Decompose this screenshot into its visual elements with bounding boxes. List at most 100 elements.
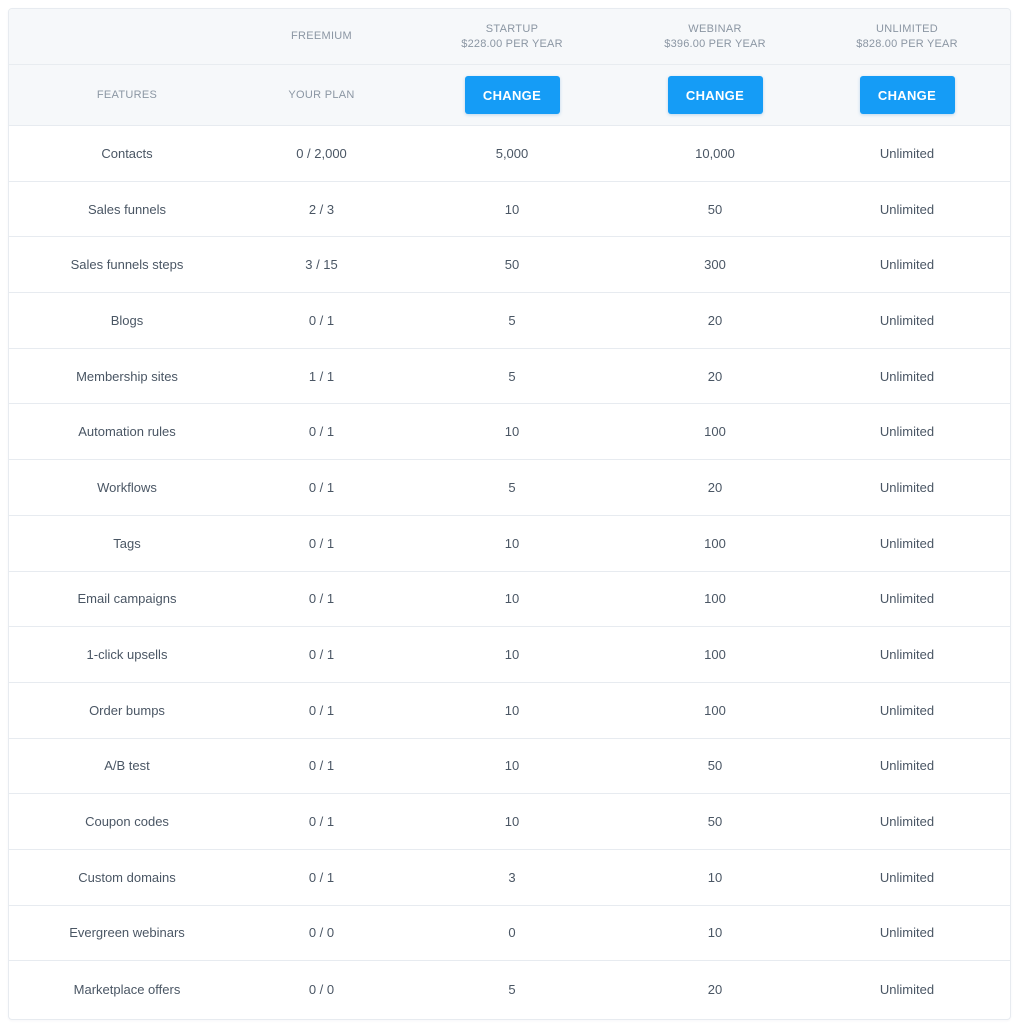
- feature-value: 10: [707, 925, 723, 941]
- feature-value: Unlimited: [879, 981, 935, 997]
- feature-value: 0 / 0: [308, 925, 335, 941]
- feature-name: Marketplace offers: [73, 981, 181, 997]
- plan-header-freemium: FREEMIUM: [245, 9, 398, 64]
- plan-header-webinar: WEBINAR $396.00 PER YEAR: [626, 9, 804, 64]
- table-row: Tags 0 / 1 10 100 Unlimited: [9, 516, 1010, 572]
- feature-value: Unlimited: [879, 758, 935, 774]
- table-row: Evergreen webinars 0 / 0 0 10 Unlimited: [9, 906, 1010, 962]
- change-plan-webinar-button[interactable]: CHANGE: [667, 76, 763, 114]
- feature-rows: Contacts 0 / 2,000 5,000 10,000 Unlimited Sal…: [9, 126, 1010, 1017]
- features-column-header: FEATURES: [9, 65, 245, 125]
- plan-name: STARTUP: [485, 22, 539, 35]
- feature-value: 0 / 1: [308, 424, 335, 440]
- feature-value: Unlimited: [879, 312, 935, 328]
- feature-value: 0 / 1: [308, 814, 335, 830]
- pricing-comparison-table: FREEMIUM STARTUP $228.00 PER YEAR WEBINA…: [8, 8, 1011, 1020]
- feature-value: 5: [508, 312, 516, 328]
- table-row: Membership sites 1 / 1 5 20 Unlimited: [9, 349, 1010, 405]
- feature-value: 20: [707, 368, 723, 384]
- plan-header-startup: STARTUP $228.00 PER YEAR: [398, 9, 626, 64]
- feature-value: 20: [707, 312, 723, 328]
- feature-value: Unlimited: [879, 145, 935, 161]
- feature-value: 5: [508, 479, 516, 495]
- unlimited-action-cell: CHANGE: [804, 65, 1010, 125]
- feature-value: Unlimited: [879, 479, 935, 495]
- feature-value: 0 / 1: [308, 479, 335, 495]
- feature-value: 5: [508, 368, 516, 384]
- feature-value: 1 / 1: [308, 368, 335, 384]
- feature-name: Blogs: [110, 312, 144, 328]
- feature-value: 100: [704, 647, 726, 663]
- feature-name: Workflows: [97, 479, 157, 495]
- feature-value: 3 / 15: [305, 257, 338, 273]
- plan-price: $228.00 PER YEAR: [461, 37, 563, 50]
- feature-value: Unlimited: [879, 591, 935, 607]
- feature-name: Membership sites: [76, 368, 178, 384]
- feature-name: Evergreen webinars: [69, 925, 185, 941]
- your-plan-label: YOUR PLAN: [288, 89, 355, 101]
- feature-value: Unlimited: [879, 647, 935, 663]
- feature-value: Unlimited: [879, 257, 935, 273]
- feature-name: A/B test: [104, 758, 150, 774]
- table-row: Blogs 0 / 1 5 20 Unlimited: [9, 293, 1010, 349]
- feature-value: 0 / 2,000: [296, 145, 347, 161]
- feature-value: 20: [707, 981, 723, 997]
- feature-value: 20: [707, 479, 723, 495]
- feature-value: 5: [508, 981, 516, 997]
- table-row: Marketplace offers 0 / 0 5 20 Unlimited: [9, 961, 1010, 1017]
- feature-value: 10: [504, 758, 520, 774]
- feature-name: Order bumps: [89, 702, 165, 718]
- plan-name: UNLIMITED: [876, 22, 938, 35]
- table-row: 1-click upsells 0 / 1 10 100 Unlimited: [9, 627, 1010, 683]
- feature-value: 10: [504, 702, 520, 718]
- feature-value: 10: [504, 591, 520, 607]
- table-row: Email campaigns 0 / 1 10 100 Unlimited: [9, 572, 1010, 628]
- feature-value: 2 / 3: [308, 201, 335, 217]
- startup-action-cell: CHANGE: [398, 65, 626, 125]
- webinar-action-cell: CHANGE: [626, 65, 804, 125]
- feature-value: 0 / 1: [308, 591, 335, 607]
- feature-value: 300: [704, 257, 726, 273]
- feature-value: Unlimited: [879, 925, 935, 941]
- feature-value: Unlimited: [879, 535, 935, 551]
- feature-value: Unlimited: [879, 814, 935, 830]
- feature-name: Sales funnels steps: [70, 257, 184, 273]
- feature-value: 100: [704, 424, 726, 440]
- feature-value: 10: [504, 647, 520, 663]
- feature-value: 0 / 1: [308, 312, 335, 328]
- current-plan-cell: YOUR PLAN: [245, 65, 398, 125]
- feature-value: 50: [707, 201, 723, 217]
- feature-name: Automation rules: [78, 424, 176, 440]
- feature-value: 0 / 1: [308, 758, 335, 774]
- feature-value: 50: [707, 758, 723, 774]
- plan-price: $828.00 PER YEAR: [856, 37, 958, 50]
- feature-value: 50: [707, 814, 723, 830]
- header-empty-cell: [9, 9, 245, 64]
- feature-value: 0 / 1: [308, 647, 335, 663]
- table-row: Sales funnels 2 / 3 10 50 Unlimited: [9, 182, 1010, 238]
- features-label: FEATURES: [96, 89, 158, 101]
- feature-name: Custom domains: [78, 869, 176, 885]
- table-row: A/B test 0 / 1 10 50 Unlimited: [9, 739, 1010, 795]
- feature-value: 100: [704, 591, 726, 607]
- table-row: Workflows 0 / 1 5 20 Unlimited: [9, 460, 1010, 516]
- feature-name: Tags: [113, 535, 141, 551]
- feature-value: 100: [704, 535, 726, 551]
- feature-value: 50: [504, 257, 520, 273]
- feature-value: 3: [508, 869, 516, 885]
- plan-price: $396.00 PER YEAR: [664, 37, 766, 50]
- change-plan-unlimited-button[interactable]: CHANGE: [859, 76, 955, 114]
- feature-value: Unlimited: [879, 201, 935, 217]
- feature-value: 10: [504, 201, 520, 217]
- feature-value: Unlimited: [879, 368, 935, 384]
- feature-value: 0: [508, 925, 516, 941]
- table-row: Order bumps 0 / 1 10 100 Unlimited: [9, 683, 1010, 739]
- change-plan-startup-button[interactable]: CHANGE: [464, 76, 560, 114]
- plan-header-unlimited: UNLIMITED $828.00 PER YEAR: [804, 9, 1010, 64]
- feature-value: 0 / 1: [308, 535, 335, 551]
- feature-name: Coupon codes: [85, 814, 169, 830]
- feature-value: 10: [504, 535, 520, 551]
- feature-value: Unlimited: [879, 702, 935, 718]
- feature-value: 0 / 1: [308, 702, 335, 718]
- feature-value: 10,000: [695, 145, 735, 161]
